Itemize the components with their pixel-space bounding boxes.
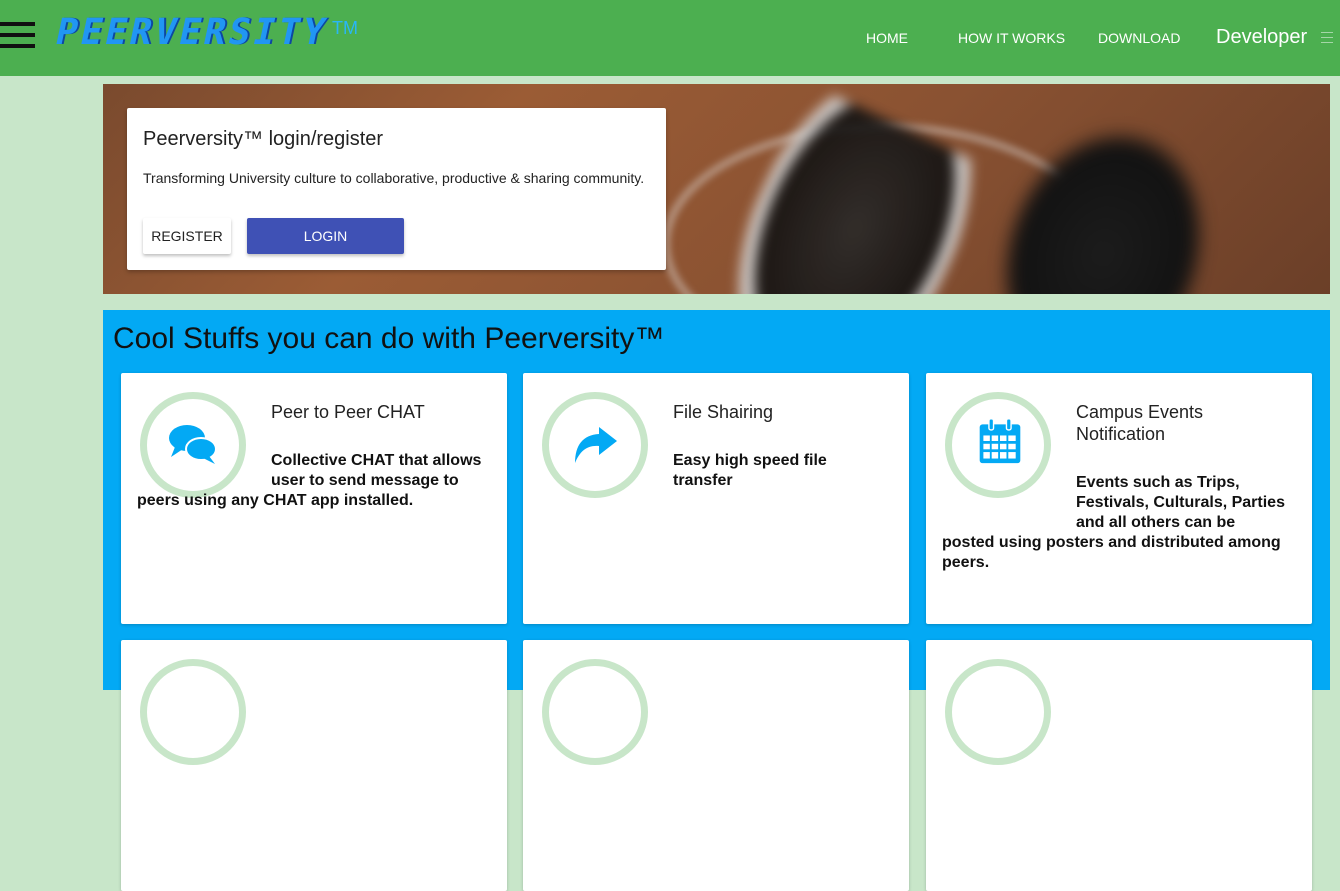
feature-card-file-sharing: File Shairing Easy high speed file trans… bbox=[523, 373, 909, 624]
feature-description: Events such as Trips, Festivals, Cultura… bbox=[942, 474, 1285, 571]
feature-description: Easy high speed file transfer bbox=[673, 452, 827, 489]
register-button[interactable]: REGISTER bbox=[143, 218, 231, 254]
login-register-card: Peerversity™ login/register Transforming… bbox=[127, 108, 666, 270]
features-title: Cool Stuffs you can do with Peerversity™ bbox=[113, 322, 665, 355]
login-card-subtitle: Transforming University culture to colla… bbox=[143, 170, 645, 186]
feature-card-partial bbox=[121, 640, 507, 891]
feature-icon-circle bbox=[140, 659, 246, 765]
overflow-menu-icon[interactable] bbox=[1321, 32, 1335, 44]
feature-card-partial bbox=[926, 640, 1312, 891]
logo-text: PEERVERSITY bbox=[51, 12, 332, 53]
login-button[interactable]: LOGIN bbox=[247, 218, 404, 254]
feature-card-partial bbox=[523, 640, 909, 891]
feature-icon-circle bbox=[945, 659, 1051, 765]
hamburger-menu-icon[interactable] bbox=[0, 22, 35, 48]
feature-icon-circle bbox=[542, 659, 648, 765]
logo-trademark: TM bbox=[332, 18, 358, 38]
feature-heading: File Shairing bbox=[673, 402, 774, 422]
calendar-icon bbox=[979, 418, 1021, 464]
feature-card-chat: Peer to Peer CHAT Collective CHAT that a… bbox=[121, 373, 507, 624]
top-navbar: PEERVERSITY TM HOME HOW IT WORKS DOWNLOA… bbox=[0, 0, 1340, 76]
feature-heading: Peer to Peer CHAT bbox=[271, 402, 425, 422]
feature-heading: Campus Events Notification bbox=[1076, 402, 1204, 444]
login-card-title: Peerversity™ login/register bbox=[143, 128, 384, 150]
brand-logo[interactable]: PEERVERSITY bbox=[52, 10, 332, 56]
nav-download-link[interactable]: DOWNLOAD bbox=[1098, 30, 1180, 46]
nav-how-it-works-link[interactable]: HOW IT WORKS bbox=[958, 30, 1065, 46]
nav-home-link[interactable]: HOME bbox=[866, 30, 908, 46]
features-section: Cool Stuffs you can do with Peerversity™… bbox=[103, 310, 1330, 891]
feature-card-campus-events: Campus Events Notification Events such a… bbox=[926, 373, 1312, 624]
nav-developer-link[interactable]: Developer bbox=[1216, 26, 1307, 49]
feature-description: Collective CHAT that allows user to send… bbox=[137, 452, 482, 509]
